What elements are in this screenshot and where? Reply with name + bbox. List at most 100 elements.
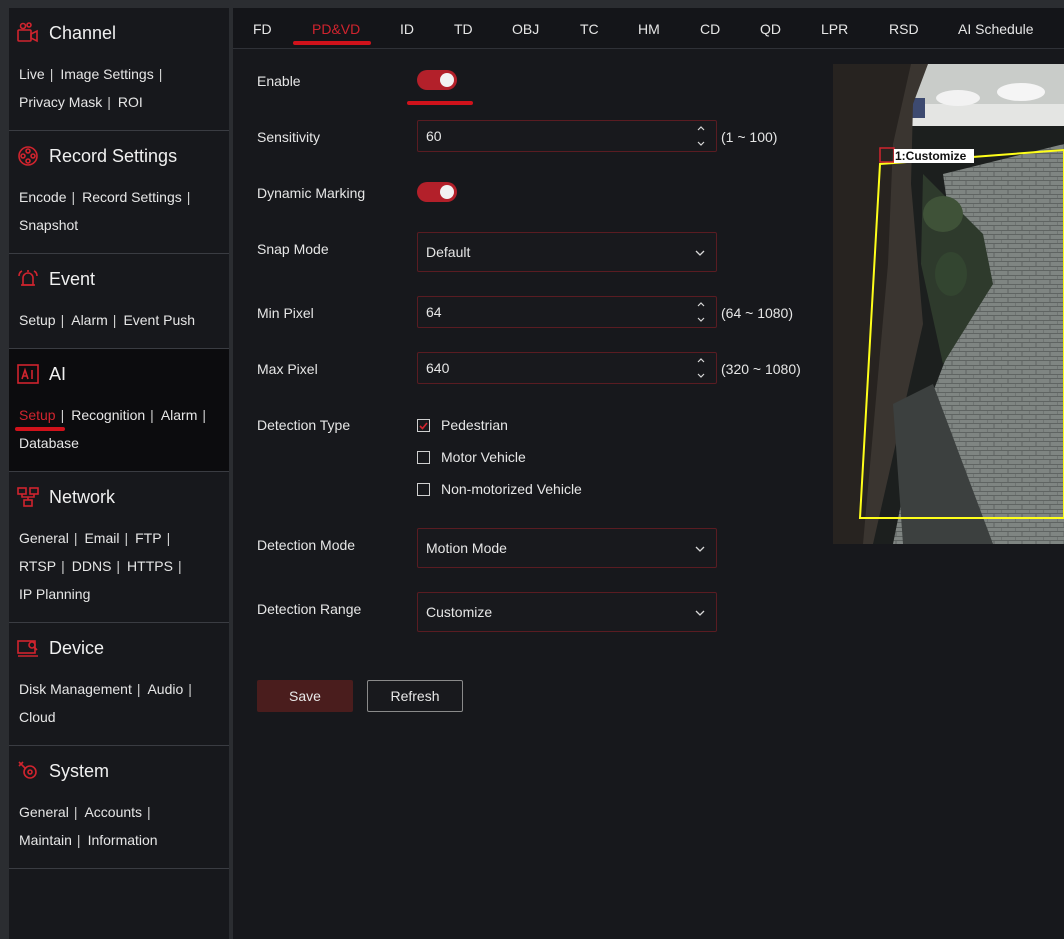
tab-obj[interactable]: OBJ (512, 21, 539, 37)
sidebar-link-live[interactable]: Live (19, 66, 45, 82)
sidebar-link-database[interactable]: Database (19, 435, 79, 451)
sidebar-link-ai-setup[interactable]: Setup (19, 407, 56, 423)
sidebar-section-event: Event Setup | Alarm | Event Push (9, 254, 229, 349)
tab-fd[interactable]: FD (253, 21, 272, 37)
sidebar-link-roi[interactable]: ROI (118, 94, 143, 110)
tab-lpr[interactable]: LPR (821, 21, 848, 37)
toggle-knob (440, 73, 454, 87)
active-tab-underline (293, 41, 371, 45)
checkbox-row-non-motorized-vehicle[interactable]: Non-motorized Vehicle (417, 481, 582, 497)
chevron-up-icon[interactable] (696, 299, 706, 309)
dynamic-marking-toggle[interactable] (417, 182, 457, 202)
sidebar-link-event-alarm[interactable]: Alarm (71, 312, 108, 328)
sensitivity-range: (1 ~ 100) (721, 129, 778, 145)
tab-td[interactable]: TD (454, 21, 473, 37)
sidebar-title-system: System (49, 760, 110, 781)
min-pixel-stepper[interactable] (694, 299, 708, 325)
chevron-down-icon[interactable] (696, 139, 706, 149)
sidebar-link-image-settings[interactable]: Image Settings (60, 66, 153, 82)
sidebar-link-ai-alarm[interactable]: Alarm (161, 407, 198, 423)
dynamic-marking-label: Dynamic Marking (257, 185, 366, 201)
chevron-down-icon[interactable] (696, 371, 706, 381)
min-pixel-input[interactable]: 64 (417, 296, 717, 328)
network-icon (16, 485, 40, 509)
sidebar-section-device: Device Disk Management | Audio | Cloud (9, 623, 229, 746)
snap-mode-select[interactable]: Default (417, 232, 717, 272)
sidebar-header-network[interactable]: Network (9, 484, 229, 510)
sidebar-link-disk-management[interactable]: Disk Management (19, 681, 132, 697)
sidebar-link-recognition[interactable]: Recognition (71, 407, 145, 423)
enable-toggle[interactable] (417, 70, 457, 90)
tab-cd[interactable]: CD (700, 21, 720, 37)
sidebar-link-https[interactable]: HTTPS (127, 558, 173, 574)
tab-hm[interactable]: HM (638, 21, 660, 37)
sidebar-link-system-general[interactable]: General (19, 804, 69, 820)
camera-icon (16, 21, 40, 45)
sidebar-link-ftp[interactable]: FTP (135, 530, 161, 546)
sensitivity-input[interactable]: 60 (417, 120, 717, 152)
sidebar-link-maintain[interactable]: Maintain (19, 832, 72, 848)
sidebar: Channel Live | Image Settings | Privacy Mas… (9, 8, 229, 939)
detection-range-select[interactable]: Customize (417, 592, 717, 632)
chevron-down-icon[interactable] (696, 315, 706, 325)
pedestrian-checkbox[interactable] (417, 418, 430, 432)
sidebar-link-audio[interactable]: Audio (147, 681, 183, 697)
sidebar-link-snapshot[interactable]: Snapshot (19, 217, 78, 233)
tab-ai-schedule[interactable]: AI Schedule (958, 21, 1034, 37)
sidebar-header-ai[interactable]: AI (9, 361, 229, 387)
chevron-up-icon[interactable] (696, 123, 706, 133)
sidebar-header-device[interactable]: Device (9, 635, 229, 661)
sidebar-link-rtsp[interactable]: RTSP (19, 558, 56, 574)
tab-tc[interactable]: TC (580, 21, 599, 37)
snap-mode-label: Snap Mode (257, 241, 329, 257)
active-link-underline (15, 427, 65, 431)
sidebar-header-system[interactable]: System (9, 758, 229, 784)
tab-qd[interactable]: QD (760, 21, 781, 37)
sensitivity-stepper[interactable] (694, 123, 708, 149)
sensitivity-label: Sensitivity (257, 129, 321, 145)
sidebar-link-ddns[interactable]: DDNS (72, 558, 112, 574)
toggle-knob (440, 185, 454, 199)
chevron-up-icon[interactable] (696, 355, 706, 365)
sidebar-title-channel: Channel (49, 22, 117, 43)
tab-rsd[interactable]: RSD (889, 21, 919, 37)
sidebar-header-event[interactable]: Event (9, 266, 229, 292)
sidebar-link-event-setup[interactable]: Setup (19, 312, 56, 328)
camera-preview[interactable]: 1:Customize (833, 64, 1064, 544)
detection-mode-select[interactable]: Motion Mode (417, 528, 717, 568)
tab-pd-vd[interactable]: PD&VD (312, 21, 360, 37)
max-pixel-input[interactable]: 640 (417, 352, 717, 384)
sidebar-title-event: Event (49, 268, 96, 289)
sidebar-link-information[interactable]: Information (88, 832, 158, 848)
sidebar-link-privacy-mask[interactable]: Privacy Mask (19, 94, 102, 110)
ai-icon (16, 362, 40, 386)
min-pixel-value: 64 (426, 304, 442, 320)
enable-label: Enable (257, 73, 301, 89)
refresh-button[interactable]: Refresh (367, 680, 463, 712)
camera-scene (833, 64, 1064, 544)
non-motorized-vehicle-label: Non-motorized Vehicle (441, 481, 582, 497)
sidebar-section-network: Network General | Email | FTP | RTSP | DDNS | HTT… (9, 472, 229, 623)
checkbox-row-pedestrian[interactable]: Pedestrian (417, 417, 508, 433)
sidebar-link-cloud[interactable]: Cloud (19, 709, 56, 725)
sidebar-link-encode[interactable]: Encode (19, 189, 66, 205)
sidebar-link-network-general[interactable]: General (19, 530, 69, 546)
sidebar-link-ip-planning[interactable]: IP Planning (19, 586, 90, 602)
save-button[interactable]: Save (257, 680, 353, 712)
sidebar-link-accounts[interactable]: Accounts (84, 804, 142, 820)
max-pixel-stepper[interactable] (694, 355, 708, 381)
sidebar-header-channel[interactable]: Channel (9, 20, 229, 46)
sidebar-link-event-push[interactable]: Event Push (123, 312, 195, 328)
sidebar-link-email[interactable]: Email (84, 530, 119, 546)
chevron-down-icon (695, 546, 705, 552)
tab-id[interactable]: ID (400, 21, 414, 37)
sidebar-link-record-settings[interactable]: Record Settings (82, 189, 182, 205)
sidebar-header-record-settings[interactable]: Record Settings (9, 143, 229, 169)
non-motorized-vehicle-checkbox[interactable] (417, 482, 430, 496)
region-label: 1:Customize (895, 149, 967, 163)
pedestrian-label: Pedestrian (441, 417, 508, 433)
main-panel: FD PD&VD ID TD OBJ TC HM CD QD LPR RSD A… (233, 8, 1064, 939)
motor-vehicle-checkbox[interactable] (417, 450, 430, 464)
max-pixel-value: 640 (426, 360, 450, 376)
checkbox-row-motor-vehicle[interactable]: Motor Vehicle (417, 449, 526, 465)
